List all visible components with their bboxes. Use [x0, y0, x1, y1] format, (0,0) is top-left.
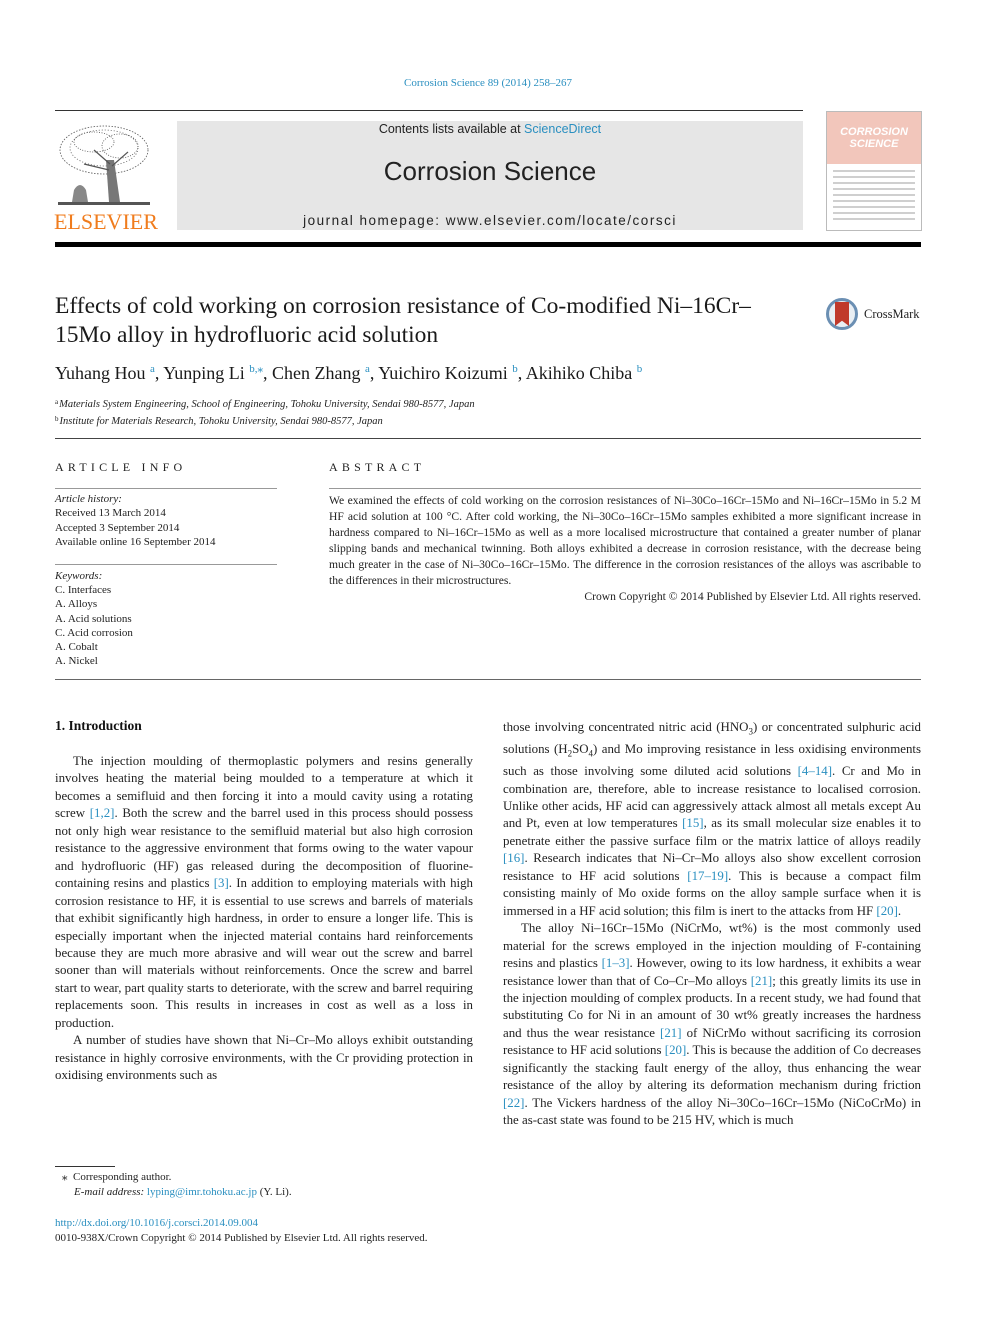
affiliation-mark: a — [55, 398, 59, 406]
abstract-body: We examined the effects of cold working … — [329, 493, 921, 605]
keyword-item: C. Acid corrosion — [55, 626, 133, 639]
page-footer: http://dx.doi.org/10.1016/j.corsci.2014.… — [55, 1216, 428, 1246]
affiliations: aMaterials System Engineering, School of… — [55, 395, 475, 429]
journal-homepage[interactable]: journal homepage: www.elsevier.com/locat… — [177, 213, 803, 228]
author-affil-mark[interactable]: a — [150, 363, 155, 375]
reference-link[interactable]: [22] — [503, 1096, 524, 1110]
cover-header: CORROSION SCIENCE — [827, 112, 921, 164]
keywords-rule — [55, 564, 277, 565]
author-name[interactable]: Chen Zhang — [272, 363, 360, 383]
contents-prefix: Contents lists available at — [378, 122, 525, 136]
journal-banner: Contents lists available at ScienceDirec… — [177, 121, 803, 230]
journal-cover-thumbnail[interactable]: CORROSION SCIENCE — [826, 111, 922, 231]
body-paragraph: A number of studies have shown that Ni–C… — [55, 1033, 473, 1083]
keyword-item: A. Cobalt — [55, 641, 98, 654]
reference-link[interactable]: [1–3] — [602, 956, 630, 970]
reference-link[interactable]: [21] — [751, 974, 772, 988]
abstract-copyright: Crown Copyright © 2014 Published by Else… — [584, 590, 921, 603]
header-thick-rule — [55, 242, 921, 247]
reference-link[interactable]: [17–19] — [687, 869, 728, 883]
reference-link[interactable]: [20] — [876, 904, 897, 918]
history-online: Available online 16 September 2014 — [55, 536, 216, 549]
article-title: Effects of cold working on corrosion res… — [55, 293, 751, 348]
crossmark-label: CrossMark — [864, 307, 920, 321]
footnote-rule — [55, 1166, 115, 1167]
reference-link[interactable]: [4–14] — [798, 764, 832, 778]
journal-citation-link[interactable]: Corrosion Science 89 (2014) 258–267 — [0, 77, 976, 89]
footnote-corresponding: Corresponding author. — [73, 1171, 172, 1183]
author-affil-mark[interactable]: b — [637, 363, 643, 375]
author-name[interactable]: Akihiko Chiba — [526, 363, 633, 383]
reference-link[interactable]: [20] — [665, 1043, 686, 1057]
affiliation-a: aMaterials System Engineering, School of… — [55, 395, 475, 412]
keyword-item: A. Acid solutions — [55, 612, 132, 625]
reference-link[interactable]: [3] — [214, 876, 229, 890]
email-suffix: (Y. Li). — [256, 1186, 292, 1198]
cover-title-line1: CORROSION — [840, 126, 908, 138]
keywords-list: Keywords: C. Interfaces A. Alloys A. Aci… — [55, 569, 133, 668]
author-list: Yuhang Hou a, Yunping Li b,⁎, Chen Zhang… — [55, 363, 643, 383]
cover-title: CORROSION SCIENCE — [827, 126, 921, 150]
section-heading-introduction: 1. Introduction — [55, 718, 142, 733]
body-column-right: those involving concentrated nitric acid… — [503, 719, 921, 1130]
author-name[interactable]: Yunping Li — [163, 363, 245, 383]
author-affil-mark[interactable]: b — [512, 363, 518, 375]
reference-link[interactable]: [16] — [503, 851, 524, 865]
keyword-item: A. Nickel — [55, 655, 98, 668]
keyword-item: A. Alloys — [55, 598, 98, 611]
affiliation-mark: b — [55, 415, 59, 423]
body-paragraph: The alloy Ni–16Cr–15Mo (NiCrMo, wt%) is … — [503, 921, 922, 1128]
author-name[interactable]: Yuhang Hou — [55, 363, 146, 383]
author-affil-mark[interactable]: b,⁎ — [249, 363, 263, 375]
doi-link[interactable]: http://dx.doi.org/10.1016/j.corsci.2014.… — [55, 1217, 258, 1229]
affiliation-b: bInstitute for Materials Research, Tohok… — [55, 412, 475, 429]
author-affil-mark[interactable]: a — [365, 363, 370, 375]
footnote-star: ⁎ — [62, 1171, 68, 1183]
journal-title: Corrosion Science — [383, 156, 597, 186]
crossmark-button[interactable]: CrossMark — [826, 296, 936, 336]
article-history: Article history: Received 13 March 2014 … — [55, 492, 215, 550]
author-email-link[interactable]: lyping@imr.tohoku.ac.jp — [147, 1186, 257, 1198]
reference-link[interactable]: [15] — [682, 816, 703, 830]
sciencedirect-link[interactable]: ScienceDirect — [524, 122, 601, 136]
keyword-item: C. Interfaces — [55, 584, 112, 597]
affiliation-text: Materials System Engineering, School of … — [59, 399, 475, 410]
history-accepted: Accepted 3 September 2014 — [55, 521, 180, 534]
reference-link[interactable]: [1,2] — [90, 806, 115, 820]
author-name[interactable]: Yuichiro Koizumi — [378, 363, 507, 383]
issn-copyright: 0010-938X/Crown Copyright © 2014 Publish… — [55, 1232, 428, 1244]
body-column-left: The injection moulding of thermoplastic … — [55, 753, 473, 1085]
abstract-divider — [55, 679, 921, 680]
affiliation-text: Institute for Materials Research, Tohoku… — [59, 416, 383, 427]
cover-contents-lines — [833, 170, 915, 224]
corresponding-author-footnote: ⁎ Corresponding author. E-mail address: … — [62, 1170, 292, 1200]
elsevier-tree-icon — [58, 125, 150, 205]
article-info-rule — [55, 488, 277, 489]
abstract-rule — [329, 488, 921, 489]
abstract-text: We examined the effects of cold working … — [329, 494, 921, 587]
contents-line: Contents lists available at ScienceDirec… — [177, 122, 803, 136]
article-history-label: Article history: — [55, 493, 122, 505]
elsevier-logo[interactable]: ELSEVIER — [54, 120, 158, 235]
header-top-rule — [55, 110, 803, 111]
history-received: Received 13 March 2014 — [55, 507, 166, 520]
body-paragraph: The injection moulding of thermoplastic … — [55, 754, 473, 1030]
keywords-label: Keywords: — [55, 570, 103, 582]
body-paragraph: those involving concentrated nitric acid… — [503, 720, 922, 918]
email-label: E-mail address: — [74, 1186, 147, 1198]
reference-link[interactable]: [21] — [660, 1026, 681, 1040]
title-divider — [55, 438, 921, 439]
abstract-heading: ABSTRACT — [329, 460, 426, 474]
elsevier-wordmark: ELSEVIER — [54, 209, 158, 234]
cover-title-line2: SCIENCE — [849, 138, 899, 150]
article-info-heading: ARTICLE INFO — [55, 460, 187, 474]
